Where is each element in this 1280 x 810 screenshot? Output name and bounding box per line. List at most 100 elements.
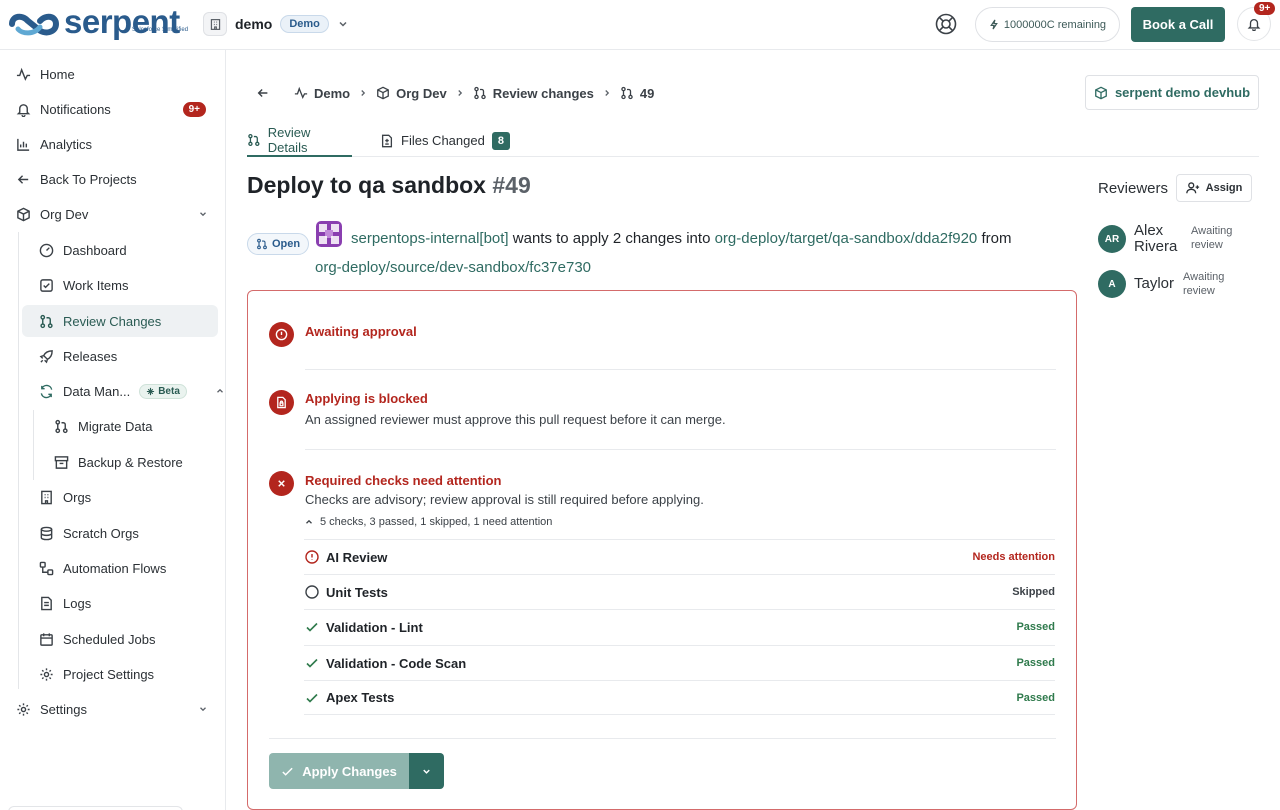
sidebar-item-label: Back To Projects: [40, 171, 137, 187]
check-name: Apex Tests: [326, 690, 395, 705]
reviewers-title: Reviewers: [1098, 180, 1169, 197]
divider: [269, 738, 1056, 739]
sidebar-item-project-settings[interactable]: Project Settings: [39, 658, 219, 690]
chevron-down-icon: [200, 707, 206, 712]
box-icon: [17, 207, 30, 221]
tab-files-changed[interactable]: Files Changed 8: [380, 124, 510, 157]
sidebar-item-scratch-orgs[interactable]: Scratch Orgs: [39, 517, 219, 549]
reviewer-status-line2: review: [1191, 239, 1223, 251]
check-status: Skipped: [1012, 586, 1055, 598]
credits-indicator[interactable]: 1000000C remaining: [975, 7, 1120, 42]
git-merge-icon: [55, 419, 68, 433]
sidebar-item-review-changes[interactable]: Review Changes: [22, 305, 218, 337]
sidebar-item-label: Settings: [40, 701, 87, 717]
sidebar: Home Notifications 9+ Analytics Back To …: [0, 50, 226, 810]
check-row[interactable]: Apex Tests Passed: [304, 680, 1055, 715]
source-branch-link[interactable]: org-deploy/source/dev-sandbox/fc37e730: [315, 259, 591, 276]
sparkle-icon: [147, 387, 155, 395]
sidebar-item-settings[interactable]: Settings: [16, 693, 216, 725]
tab-review-details[interactable]: Review Details: [247, 124, 352, 157]
page-title: Deploy to qa sandbox #49: [247, 172, 531, 199]
gauge-icon: [39, 243, 54, 257]
sidebar-item-analytics[interactable]: Analytics: [16, 128, 216, 160]
sidebar-item-back-to-projects[interactable]: Back To Projects: [16, 163, 216, 195]
sidebar-item-orgs[interactable]: Orgs: [39, 481, 219, 513]
breadcrumb: Demo Org Dev Review changes 49: [256, 82, 654, 104]
pr-summary: serpentops-internal[bot] wants to apply …: [315, 224, 1016, 276]
blocked-title: Applying is blocked: [305, 391, 428, 406]
sidebar-item-notifications[interactable]: Notifications 9+: [16, 93, 216, 125]
serpent-logo[interactable]: serpent: [8, 5, 180, 42]
sidebar-item-logs[interactable]: Logs: [39, 587, 219, 619]
chevron-down-icon: [200, 212, 206, 217]
pr-title: Deploy to qa sandbox: [247, 172, 486, 198]
devhub-button[interactable]: serpent demo devhub: [1085, 75, 1259, 110]
bell-icon: [16, 103, 31, 117]
check-row[interactable]: AI Review Needs attention: [304, 539, 1055, 574]
reviewer-last-name: Rivera: [1134, 238, 1178, 255]
chevron-up-icon: [217, 388, 223, 393]
help-icon[interactable]: [935, 13, 957, 35]
sidebar-item-data-management[interactable]: Data Man... Beta: [39, 375, 223, 407]
book-call-button[interactable]: Book a Call: [1131, 7, 1225, 42]
building-icon: [41, 490, 52, 504]
blocked-text: An assigned reviewer must approve this p…: [305, 412, 726, 427]
top-bar: serpent Salesforce Simplified demo Demo …: [0, 0, 1280, 50]
sidebar-item-org-dev[interactable]: Org Dev: [16, 198, 216, 230]
lightning-icon: [990, 19, 998, 30]
sidebar-item-label: Review Changes: [63, 313, 162, 329]
notifications-count-badge: 9+: [182, 101, 206, 117]
check-icon: [306, 658, 318, 668]
author-link[interactable]: serpentops-internal[bot]: [351, 230, 509, 247]
breadcrumb-demo-label: Demo: [314, 85, 351, 101]
checkbox-icon: [40, 278, 53, 292]
breadcrumb-review-changes[interactable]: Review changes: [473, 86, 594, 101]
awaiting-approval-title: Awaiting approval: [305, 324, 417, 339]
reviewer-item[interactable]: A Taylor: [1098, 270, 1174, 298]
gear-icon: [40, 667, 53, 681]
apply-options-dropdown[interactable]: [409, 753, 444, 789]
sidebar-item-label: Scheduled Jobs: [63, 631, 156, 647]
circle-icon: [305, 585, 319, 599]
checks-summary-toggle[interactable]: 5 checks, 3 passed, 1 skipped, 1 need at…: [304, 516, 552, 528]
check-row[interactable]: Validation - Code Scan Passed: [304, 645, 1055, 680]
apply-changes-button[interactable]: Apply Changes: [269, 753, 409, 789]
sidebar-item-automation-flows[interactable]: Automation Flows: [39, 552, 219, 584]
files-count-badge: 8: [491, 131, 510, 150]
assign-button[interactable]: Assign: [1176, 174, 1252, 202]
sidebar-item-home[interactable]: Home: [16, 58, 216, 90]
workspace-badge: Demo: [280, 15, 329, 33]
sidebar-item-dashboard[interactable]: Dashboard: [39, 234, 219, 266]
sidebar-item-label: Logs: [63, 595, 92, 611]
chevron-right-icon: [605, 90, 609, 96]
check-row[interactable]: Unit Tests Skipped: [304, 574, 1055, 609]
breadcrumb-demo[interactable]: Demo: [294, 86, 350, 101]
sidebar-item-migrate-data[interactable]: Migrate Data: [54, 410, 214, 442]
sidebar-item-label: Data Man...: [63, 383, 131, 399]
breadcrumb-id-label: 49: [639, 85, 655, 101]
check-row[interactable]: Validation - Lint Passed: [304, 609, 1055, 644]
pr-number: #49: [492, 172, 531, 198]
refresh-icon: [40, 384, 53, 398]
divider: [305, 449, 1056, 450]
sidebar-item-backup-restore[interactable]: Backup & Restore: [54, 446, 214, 478]
target-branch-link[interactable]: org-deploy/target/qa-sandbox/dda2f920: [715, 230, 978, 247]
serpent-logo-icon: [9, 13, 60, 36]
bell-badge: 9+: [1254, 2, 1276, 15]
sidebar-item-releases[interactable]: Releases: [39, 340, 219, 372]
sidebar-item-work-items[interactable]: Work Items: [39, 269, 219, 301]
credits-text: 1000000C remaining: [1003, 18, 1107, 31]
reviewer-item[interactable]: AR Alex Rivera: [1098, 223, 1177, 255]
breadcrumb-review-label: Review changes: [492, 85, 594, 101]
breadcrumb-org-dev[interactable]: Org Dev: [376, 86, 447, 101]
check-status: Passed: [1016, 657, 1055, 669]
reviewer-status: Awaiting review: [1183, 270, 1224, 298]
check-name: Unit Tests: [326, 584, 388, 600]
workspace-switcher[interactable]: demo Demo: [203, 12, 349, 36]
sidebar-item-scheduled-jobs[interactable]: Scheduled Jobs: [39, 623, 219, 655]
box-icon: [1095, 86, 1107, 99]
reviewer-status-line1: Awaiting: [1183, 271, 1225, 283]
sidebar-item-label: Work Items: [63, 277, 129, 293]
arrow-left-icon[interactable]: [256, 86, 270, 100]
sidebar-item-label: Automation Flows: [63, 560, 167, 576]
